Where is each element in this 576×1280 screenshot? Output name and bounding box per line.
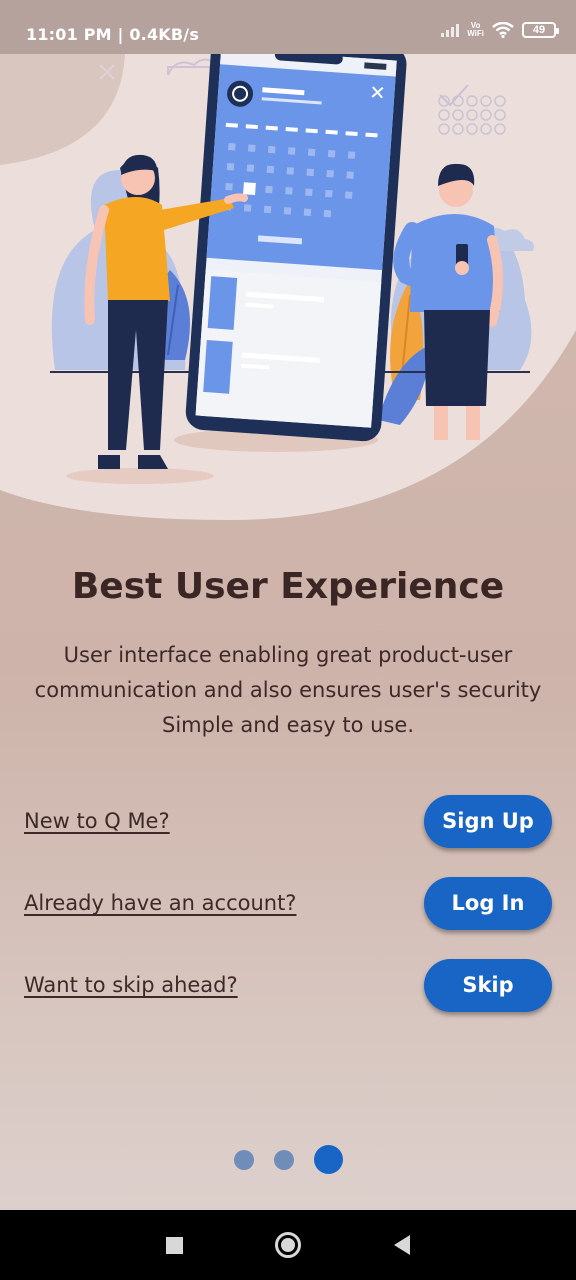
vowifi-icon: Vo WiFi — [467, 21, 484, 38]
status-bar: 11:01 PM | 0.4KB/s Vo WiFi 49 — [0, 0, 576, 54]
status-icons: Vo WiFi 49 — [441, 21, 559, 38]
page-dot-3-active[interactable] — [313, 1145, 343, 1174]
wifi-icon — [492, 22, 514, 38]
login-row: Already have an account? Log In — [24, 876, 552, 930]
system-nav-bar — [0, 1210, 576, 1280]
home-circle-icon[interactable] — [275, 1232, 302, 1258]
status-time: 11:01 PM | 0.4KB/s — [26, 25, 200, 44]
page-dot-1[interactable] — [233, 1149, 254, 1170]
page-title: Best User Experience — [71, 566, 505, 607]
signal-icon — [441, 23, 460, 37]
signup-row: New to Q Me? Sign Up — [24, 794, 552, 848]
page-dot-2[interactable] — [273, 1149, 294, 1170]
existing-account-link[interactable]: Already have an account? — [24, 891, 296, 915]
page-indicator — [0, 1145, 576, 1174]
onboarding-screen: 11:01 PM | 0.4KB/s Vo WiFi 49 Best User … — [0, 0, 576, 1210]
sign-up-button[interactable]: Sign Up — [424, 794, 552, 848]
page-description: User interface enabling great product-us… — [34, 643, 542, 737]
skip-row: Want to skip ahead? Skip — [24, 958, 552, 1012]
log-in-button[interactable]: Log In — [424, 876, 552, 930]
back-triangle-icon[interactable] — [393, 1235, 410, 1255]
skip-button[interactable]: Skip — [424, 958, 552, 1012]
hero-illustration — [0, 0, 576, 520]
new-user-link[interactable]: New to Q Me? — [24, 809, 170, 833]
recents-square-icon[interactable] — [166, 1236, 184, 1254]
battery-icon: 49 — [522, 22, 559, 38]
skip-ahead-link[interactable]: Want to skip ahead? — [24, 973, 238, 997]
